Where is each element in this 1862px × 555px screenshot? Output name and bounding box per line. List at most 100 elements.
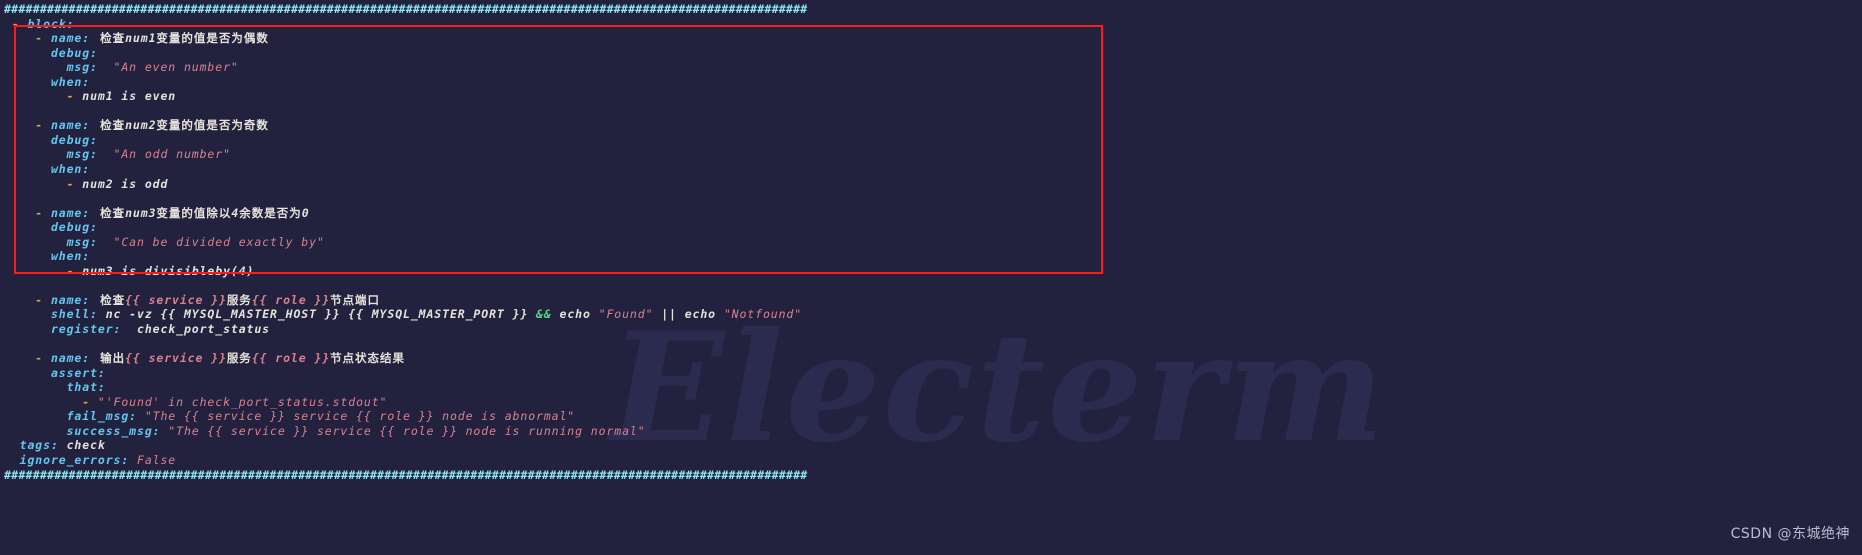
code-line-t5-successmsg: success_msg: "The {{ service }} service … xyxy=(0,424,1862,439)
comment-rule: ########################################… xyxy=(4,2,808,16)
token-plain: num2 xyxy=(125,118,157,133)
token-key: name: xyxy=(50,205,91,220)
token-dash: - xyxy=(4,176,83,191)
token-cn: 节点状态结果 xyxy=(330,351,406,366)
token-plain: check xyxy=(58,438,106,453)
token-key: name: xyxy=(50,31,91,46)
code-line-t1-debug: debug: xyxy=(0,46,1862,61)
code-line-rule-top: ########################################… xyxy=(0,2,1862,17)
code-line-t3-name: - name: 检查num3变量的值除以4余数是否为0 xyxy=(0,206,1862,221)
token-str: "An odd number" xyxy=(97,147,231,162)
code-line-t4-name: - name: 检查{{ service }}服务{{ role }}节点端口 xyxy=(0,293,1862,308)
code-line-t1-msg: msg: "An even number" xyxy=(0,60,1862,75)
token-cn: 变量的值是否为奇数 xyxy=(156,118,269,133)
token-bool: False xyxy=(129,452,177,467)
code-line-t3-msg: msg: "Can be divided exactly by" xyxy=(0,235,1862,250)
token-key: name: xyxy=(50,118,91,133)
token-cn: 检查 xyxy=(90,118,126,133)
token-plain: num2 is odd xyxy=(82,176,169,191)
token-str: "Can be divided exactly by" xyxy=(97,234,325,249)
code-line-t2-msg: msg: "An odd number" xyxy=(0,147,1862,162)
token-cn: 检查 xyxy=(90,31,126,46)
code-line-t5-name: - name: 输出{{ service }}服务{{ role }}节点状态结… xyxy=(0,351,1862,366)
blank-spacer xyxy=(4,191,12,205)
token-plain: num3 is divisibleby(4) xyxy=(82,263,255,278)
blank-spacer xyxy=(4,104,12,118)
token-dash: - xyxy=(4,118,51,133)
code-line-t5-assert: assert: xyxy=(0,366,1862,381)
code-line-t2-debug: debug: xyxy=(0,133,1862,148)
token-key: ignore_errors: xyxy=(4,452,130,467)
code-line-t2-name: - name: 检查num2变量的值是否为奇数 xyxy=(0,118,1862,133)
token-plain: {{ MYSQL_MASTER_HOST }} {{ MYSQL_MASTER_… xyxy=(160,307,537,322)
code-line-t3-cond: - num3 is divisibleby(4) xyxy=(0,264,1862,279)
token-dash: - xyxy=(4,292,51,307)
token-cn: 服务 xyxy=(226,351,252,366)
code-line-gap2 xyxy=(0,191,1862,206)
code-line-t5-that: that: xyxy=(0,380,1862,395)
token-key: when: xyxy=(4,249,91,264)
token-key: shell: xyxy=(4,307,98,322)
token-dash: - xyxy=(4,205,51,220)
token-key: tags: xyxy=(4,438,59,453)
token-key: name: xyxy=(50,351,91,366)
token-plain: num3 xyxy=(125,205,157,220)
token-str: "An even number" xyxy=(97,60,239,75)
code-line-t2-when: when: xyxy=(0,162,1862,177)
code-line-block: - block: xyxy=(0,17,1862,32)
code-line-tags: tags: check xyxy=(0,438,1862,453)
token-str: "Notfound" xyxy=(723,307,803,322)
token-jinja: {{ service }} xyxy=(125,351,227,366)
token-jinja: {{ service }} xyxy=(125,292,227,307)
code-line-t4-shell: shell: nc -vz {{ MYSQL_MASTER_HOST }} {{… xyxy=(0,307,1862,322)
token-plain: num1 xyxy=(125,31,157,46)
token-key: block: xyxy=(27,16,75,31)
token-dash: - xyxy=(4,394,98,409)
token-key: when: xyxy=(4,162,91,177)
token-jinja: {{ role }} xyxy=(251,351,331,366)
code-line-t2-cond: - num2 is odd xyxy=(0,177,1862,192)
token-plain: check_port_status xyxy=(121,322,271,337)
code-line-t5-that-item: - "'Found' in check_port_status.stdout" xyxy=(0,395,1862,410)
token-dash: - xyxy=(4,351,51,366)
code-line-t1-when: when: xyxy=(0,75,1862,90)
token-key: fail_msg: xyxy=(4,409,138,424)
token-key: that: xyxy=(4,380,106,395)
token-key: debug: xyxy=(4,132,98,147)
token-cn: 余数是否为 xyxy=(239,205,302,220)
token-plain: 0 xyxy=(301,205,310,220)
token-key: name: xyxy=(50,292,91,307)
code-line-gap1 xyxy=(0,104,1862,119)
token-op: && xyxy=(536,307,560,322)
token-str: "The {{ service }} service {{ role }} no… xyxy=(137,409,576,424)
terminal-output[interactable]: ########################################… xyxy=(0,0,1862,482)
token-plain: num1 is even xyxy=(82,89,177,104)
comment-rule: ########################################… xyxy=(4,467,808,482)
token-dash: - xyxy=(4,31,51,46)
token-cn: 变量的值是否为偶数 xyxy=(156,31,269,46)
csdn-author-watermark: CSDN @东城绝神 xyxy=(1730,526,1850,542)
token-cn: 服务 xyxy=(226,292,252,307)
code-line-t1-name: - name: 检查num1变量的值是否为偶数 xyxy=(0,31,1862,46)
code-line-gap4 xyxy=(0,337,1862,352)
code-line-t3-debug: debug: xyxy=(0,220,1862,235)
token-key: assert: xyxy=(4,365,106,380)
token-cn: 检查 xyxy=(90,205,126,220)
token-key: msg: xyxy=(4,147,98,162)
token-key: debug: xyxy=(4,45,98,60)
terminal-window[interactable]: Electerm ###############################… xyxy=(0,0,1862,555)
token-dash: - xyxy=(4,89,83,104)
code-line-rule-bottom: ########################################… xyxy=(0,468,1862,483)
code-line-t4-register: register: check_port_status xyxy=(0,322,1862,337)
token-key: register: xyxy=(4,322,122,337)
token-cn: 输出 xyxy=(90,351,126,366)
token-key: debug: xyxy=(4,220,98,235)
token-str: "Found" xyxy=(598,307,654,322)
token-key: success_msg: xyxy=(4,423,161,438)
token-cn: 节点端口 xyxy=(330,292,381,307)
blank-spacer xyxy=(4,278,12,292)
token-str: "The {{ service }} service {{ role }} no… xyxy=(160,423,646,438)
code-line-ignore-errors: ignore_errors: False xyxy=(0,453,1862,468)
token-plain: echo xyxy=(559,307,599,322)
code-line-gap3 xyxy=(0,278,1862,293)
